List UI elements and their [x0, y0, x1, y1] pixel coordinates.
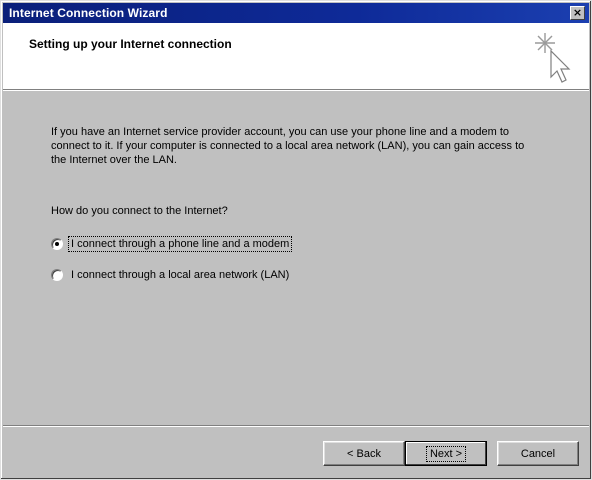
intro-text: If you have an Internet service provider… [51, 126, 525, 166]
window-title: Internet Connection Wizard [9, 6, 168, 20]
connection-question: How do you connect to the Internet? [51, 205, 228, 217]
option-phone-modem-label[interactable]: I connect through a phone line and a mod… [67, 236, 293, 252]
wizard-header: Setting up your Internet connection [3, 23, 589, 90]
header-divider [3, 90, 589, 91]
back-button-label: < Back [347, 447, 381, 460]
radio-lan[interactable] [51, 269, 63, 281]
radio-phone-modem[interactable] [51, 238, 63, 250]
option-phone-modem[interactable]: I connect through a phone line and a mod… [51, 235, 293, 253]
close-icon: × [572, 6, 583, 19]
footer-separator [3, 425, 589, 427]
option-lan[interactable]: I connect through a local area network (… [51, 266, 291, 284]
next-button[interactable]: Next > [405, 441, 487, 466]
cancel-button-label: Cancel [520, 447, 556, 460]
option-lan-label[interactable]: I connect through a local area network (… [69, 268, 291, 282]
cancel-button[interactable]: Cancel [497, 441, 579, 466]
page-title: Setting up your Internet connection [29, 37, 232, 51]
back-button[interactable]: < Back [323, 441, 405, 466]
title-bar[interactable]: Internet Connection Wizard × [3, 3, 589, 23]
close-button[interactable]: × [570, 6, 585, 20]
wizard-cursor-sparkle-icon [535, 33, 571, 83]
wizard-window: Internet Connection Wizard × Setting up … [0, 0, 592, 480]
next-button-label: Next > [425, 445, 467, 462]
